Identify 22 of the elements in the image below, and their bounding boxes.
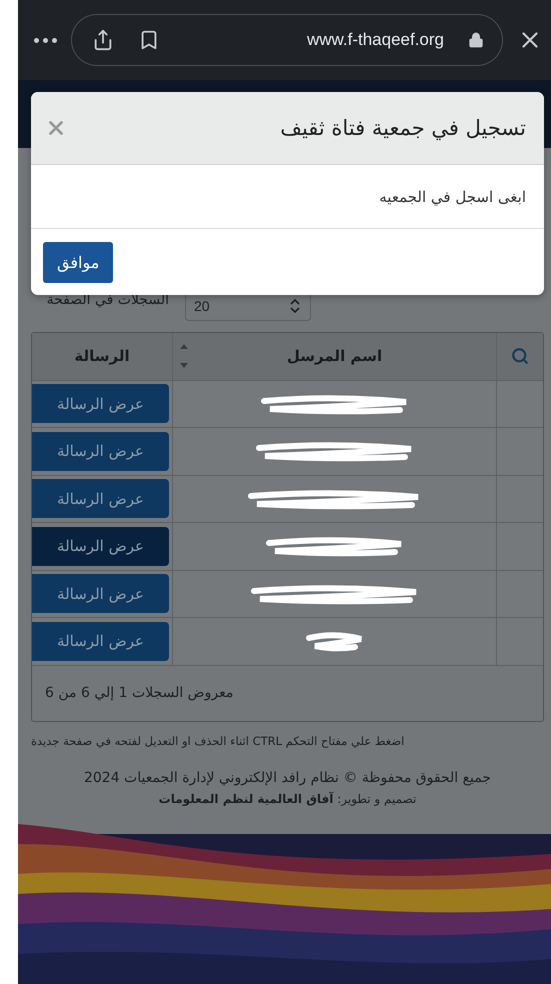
view-message-button[interactable]: عرض الرسالة <box>32 479 169 518</box>
redaction-scribble <box>304 630 364 652</box>
ctrl-hint: اضغط علي مفتاح التحكم CTRL اثناء الحذف او التعديل لفتحه في صفحة جديدة <box>31 734 406 748</box>
records-summary: معروض السجلات 1 إلي 6 من 6 <box>45 685 234 701</box>
view-message-button[interactable]: عرض الرسالة <box>32 384 169 424</box>
address-bar[interactable]: www.f-thaqeef.org <box>71 14 503 66</box>
dialog-title: تسجيل في جمعية فتاة ثقيف <box>280 116 526 140</box>
view-message-button[interactable]: عرض الرسالة <box>32 622 169 661</box>
view-message-button[interactable]: عرض الرسالة <box>32 432 169 471</box>
updown-icon <box>290 298 300 312</box>
more-icon[interactable] <box>34 38 57 42</box>
page-size-label: السجلات في الصفحة <box>46 291 169 308</box>
view-message-button[interactable]: عرض الرسالة <box>32 574 169 614</box>
column-header[interactable]: اسم المرسل <box>173 333 497 380</box>
dialog-message: ابغى اسجل في الجمعيه <box>379 188 526 206</box>
share-icon[interactable] <box>92 29 114 51</box>
view-message-button[interactable]: عرض الرسالة <box>32 526 169 566</box>
copyright-text: جميع الحقوق محفوظة © نظام رافد الإلكتروني لإدارة الجمعيات 2024 <box>82 770 492 786</box>
column-header: الرسالة <box>32 333 173 380</box>
url-text: www.f-thaqeef.org <box>306 30 444 50</box>
ok-button[interactable]: موافق <box>43 242 114 282</box>
credit-text: تصميم و تطوير: آفاق العالمية لنظم المعلومات <box>158 792 418 806</box>
